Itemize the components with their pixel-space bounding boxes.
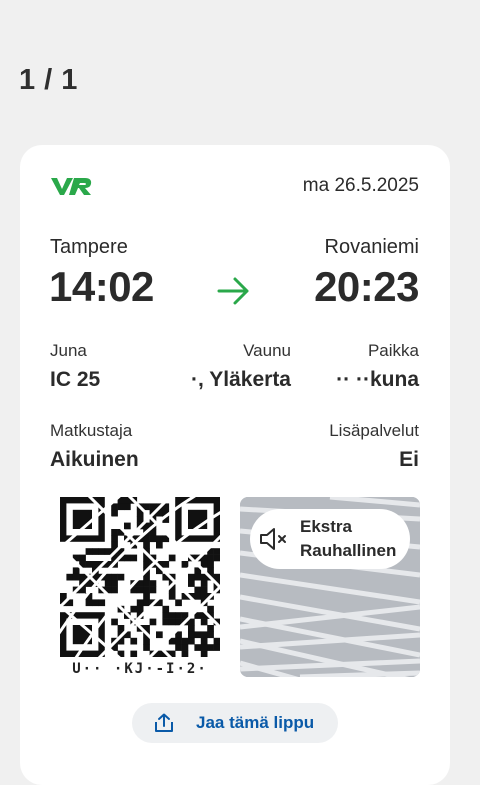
car-label: Vaunu <box>243 341 291 360</box>
cabin-type-line2: Rauhallinen <box>300 541 397 560</box>
cabin-type-line1: Ekstra <box>300 517 352 536</box>
travel-date: ma 26.5.2025 <box>302 175 419 196</box>
extras-label: Lisäpalvelut <box>329 421 419 440</box>
car-value: ·, Yläkerta <box>190 368 291 391</box>
seat-value: ·· ··kuna <box>336 368 419 391</box>
passenger-label: Matkustaja <box>50 421 133 440</box>
ticket-qr: U·· ·KJ·-I·2· <box>48 485 232 677</box>
arrow-right-icon <box>217 277 249 305</box>
arrival-time: 20:23 <box>314 263 419 310</box>
ticket-code: U·· ·KJ·-I·2· <box>72 661 208 677</box>
train-number: IC 25 <box>50 368 101 391</box>
extras-value: Ei <box>399 448 419 471</box>
page-indicator: 1 / 1 <box>19 64 78 96</box>
share-icon <box>155 713 173 732</box>
share-ticket-label: Jaa tämä lippu <box>196 713 315 732</box>
qr-code <box>48 485 232 669</box>
speaker-muted-icon <box>260 528 286 550</box>
share-ticket-button[interactable]: Jaa tämä lippu <box>132 703 338 743</box>
cabin-type-label: Ekstra Rauhallinen <box>300 515 396 563</box>
vr-logo <box>51 178 92 195</box>
departure-station: Tampere <box>50 236 128 258</box>
ticket-card: ma 26.5.2025 Tampere Rovaniemi 14:02 20:… <box>20 145 450 785</box>
seat-label: Paikka <box>367 341 419 360</box>
passenger-type: Aikuinen <box>50 448 139 471</box>
train-label: Juna <box>50 341 87 360</box>
departure-time: 14:02 <box>49 263 154 310</box>
arrival-station: Rovaniemi <box>324 236 419 258</box>
